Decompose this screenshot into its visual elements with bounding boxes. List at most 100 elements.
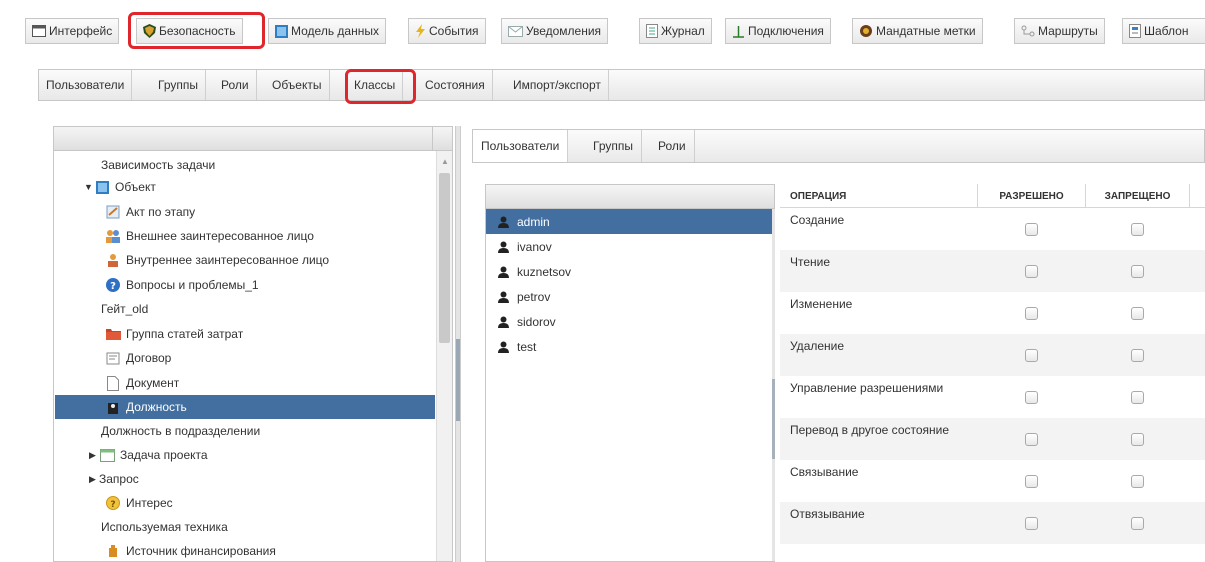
tree-item-act[interactable]: Акт по этапу: [55, 200, 435, 224]
denied-checkbox[interactable]: [1131, 223, 1144, 236]
subtab-users[interactable]: Пользователи: [39, 70, 133, 100]
user-row-test[interactable]: test: [486, 334, 774, 359]
toolbar-data-model-button[interactable]: Модель данных: [268, 18, 386, 44]
toolbar-mandatory-labels-button[interactable]: Мандатные метки: [852, 18, 983, 44]
subtab-roles[interactable]: Роли: [214, 70, 257, 100]
allowed-checkbox[interactable]: [1025, 517, 1038, 530]
tree-item-project-task[interactable]: ▶ Задача проекта: [55, 443, 435, 467]
operation-label: Отвязывание: [790, 507, 865, 521]
scroll-up-icon[interactable]: ▲: [441, 157, 449, 166]
tab-users[interactable]: Пользователи: [473, 130, 569, 162]
tree-item-contract[interactable]: Договор: [55, 346, 435, 370]
tree-item-object[interactable]: ▼ Объект: [55, 175, 435, 199]
allowed-checkbox[interactable]: [1025, 475, 1038, 488]
denied-checkbox[interactable]: [1131, 391, 1144, 404]
tree-item-cost-group[interactable]: Группа статей затрат: [55, 322, 435, 346]
users-list: admin ivanov kuznetsov petrov sidorov te…: [485, 184, 775, 562]
label-icon: [859, 24, 873, 38]
denied-checkbox[interactable]: [1131, 265, 1144, 278]
scrollbar-thumb[interactable]: [439, 173, 450, 343]
connection-icon: [732, 25, 745, 38]
shield-icon: [143, 24, 156, 38]
tree-item-label: Должность в подразделении: [101, 424, 261, 438]
splitter-grip[interactable]: [456, 339, 460, 421]
tree-item-funding-source[interactable]: Источник финансирования: [55, 539, 435, 561]
tree-item-position-in-department[interactable]: Должность в подразделении: [55, 419, 435, 443]
lightning-icon: [415, 24, 426, 38]
operation-row-change-state: Перевод в другое состояние: [780, 418, 1205, 460]
toolbar-routes-label: Маршруты: [1038, 24, 1098, 38]
operation-row-manage-permissions: Управление разрешениями: [780, 376, 1205, 418]
tree-item-label: Договор: [126, 351, 172, 365]
denied-checkbox[interactable]: [1131, 349, 1144, 362]
tree-item-document[interactable]: Документ: [55, 371, 435, 395]
user-row-petrov[interactable]: petrov: [486, 284, 774, 309]
users-list-splitter[interactable]: [772, 209, 775, 561]
denied-checkbox[interactable]: [1131, 307, 1144, 320]
tree-item-label: Внутреннее заинтересованное лицо: [126, 253, 330, 267]
user-name: ivanov: [517, 239, 552, 254]
user-row-sidorov[interactable]: sidorov: [486, 309, 774, 334]
expand-arrow-icon[interactable]: ▶: [89, 474, 99, 485]
tree-item-label: Вопросы и проблемы_1: [126, 278, 259, 292]
tree-item-position[interactable]: Должность: [55, 395, 435, 419]
allowed-checkbox[interactable]: [1025, 349, 1038, 362]
subtab-states-label: Состояния: [425, 78, 485, 92]
denied-checkbox[interactable]: [1131, 433, 1144, 446]
tree-item-label: Объект: [115, 180, 156, 194]
user-row-ivanov[interactable]: ivanov: [486, 234, 774, 259]
operation-label: Связывание: [790, 465, 859, 479]
toolbar-connections-button[interactable]: Подключения: [725, 18, 831, 44]
tab-groups[interactable]: Группы: [585, 130, 642, 162]
toolbar-interface-button[interactable]: Интерфейс: [25, 18, 120, 44]
user-row-admin[interactable]: admin: [486, 209, 774, 234]
denied-checkbox[interactable]: [1131, 517, 1144, 530]
expand-arrow-icon[interactable]: ▼: [84, 182, 94, 192]
tab-roles[interactable]: Роли: [650, 130, 695, 162]
tree-item-external-stakeholder[interactable]: Внешнее заинтересованное лицо: [55, 224, 435, 248]
permissions-table: ОПЕРАЦИЯ РАЗРЕШЕНО ЗАПРЕЩЕНО Создание Чт…: [780, 184, 1205, 562]
tree-item-internal-stakeholder[interactable]: Внутреннее заинтересованное лицо: [55, 248, 435, 272]
tree-item-request[interactable]: ▶ Запрос: [55, 467, 435, 491]
subtab-classes[interactable]: Классы: [347, 70, 404, 100]
subtab-import-export[interactable]: Импорт/экспорт: [506, 70, 609, 100]
tree-item-questions[interactable]: ? Вопросы и проблемы_1: [55, 273, 435, 297]
toolbar-security-button[interactable]: Безопасность: [136, 18, 243, 44]
position-icon: [105, 399, 121, 415]
toolbar-notifications-button[interactable]: Уведомления: [501, 18, 609, 44]
expand-arrow-icon[interactable]: ▶: [89, 450, 99, 461]
tree-item-label: Гейт_old: [101, 302, 149, 316]
toolbar-data-model-label: Модель данных: [291, 24, 379, 38]
tree-item-label: Должность: [126, 400, 187, 414]
toolbar-journal-button[interactable]: Журнал: [639, 18, 712, 44]
user-name: test: [517, 339, 537, 354]
subtab-states[interactable]: Состояния: [418, 70, 493, 100]
allowed-checkbox[interactable]: [1025, 433, 1038, 446]
toolbar-events-button[interactable]: События: [408, 18, 486, 44]
panel-splitter[interactable]: [455, 126, 461, 562]
subtab-groups[interactable]: Группы: [151, 70, 206, 100]
tree-item-interest[interactable]: ? Интерес: [55, 491, 435, 515]
tree-item-equipment[interactable]: Используемая техника: [55, 515, 435, 539]
toolbar-security-label: Безопасность: [159, 24, 236, 38]
class-icon: [94, 179, 110, 195]
user-icon: [498, 266, 509, 278]
subtab-import-export-label: Импорт/экспорт: [513, 78, 601, 92]
allowed-checkbox[interactable]: [1025, 391, 1038, 404]
subtab-objects[interactable]: Объекты: [265, 70, 330, 100]
tree-scrollbar[interactable]: ▲: [436, 151, 452, 561]
operation-row-read: Чтение: [780, 250, 1205, 292]
toolbar-routes-button[interactable]: Маршруты: [1014, 18, 1105, 44]
window-icon: [32, 25, 46, 37]
allowed-checkbox[interactable]: [1025, 307, 1038, 320]
users-list-header: [486, 185, 774, 209]
toolbar-template-button[interactable]: Шаблон: [1122, 18, 1205, 44]
user-row-kuznetsov[interactable]: kuznetsov: [486, 259, 774, 284]
tree-item-label: Группа статей затрат: [126, 327, 244, 341]
tree-item-gate-old[interactable]: Гейт_old: [55, 297, 435, 321]
allowed-checkbox[interactable]: [1025, 265, 1038, 278]
tree-item-task-dependency[interactable]: Зависимость задачи: [55, 153, 435, 177]
allowed-checkbox[interactable]: [1025, 223, 1038, 236]
denied-checkbox[interactable]: [1131, 475, 1144, 488]
tree-item-label: Задача проекта: [120, 448, 208, 462]
